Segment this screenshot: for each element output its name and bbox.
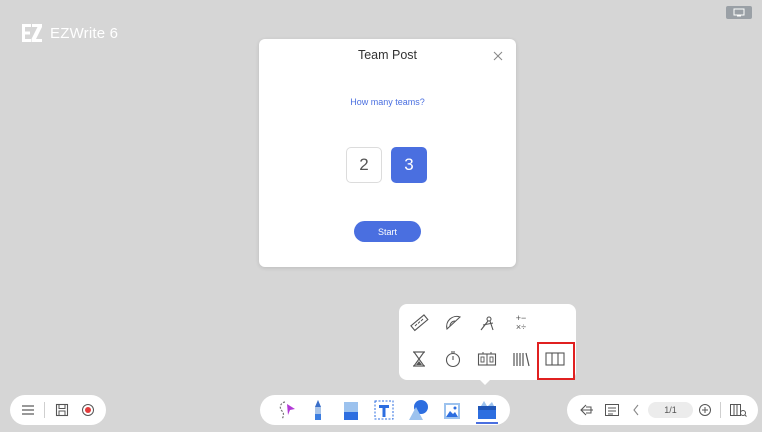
team-post-dialog: Team Post How many teams? 2 3 Start: [259, 39, 516, 267]
exit-icon[interactable]: [579, 402, 595, 418]
protractor-icon[interactable]: [442, 312, 464, 334]
app-name: EZWrite 6: [50, 24, 119, 42]
divider: [720, 402, 721, 418]
toolbox-icon[interactable]: [475, 398, 499, 422]
text-icon[interactable]: [372, 398, 396, 422]
library-icon[interactable]: [729, 402, 747, 418]
page-list-icon[interactable]: [604, 402, 620, 418]
active-tool-indicator: [476, 422, 498, 424]
start-button[interactable]: Start: [354, 221, 421, 242]
hourglass-icon[interactable]: [408, 348, 430, 370]
prev-page-icon[interactable]: [630, 402, 642, 418]
divider: [44, 402, 45, 418]
save-icon[interactable]: [54, 402, 70, 418]
menu-icon[interactable]: [20, 402, 36, 418]
compass-icon[interactable]: [476, 312, 498, 334]
add-page-icon[interactable]: [697, 402, 713, 418]
bottom-right-toolbar: 1/1: [567, 395, 758, 425]
bottom-center-toolbar: [260, 395, 510, 425]
team-count-question: How many teams?: [350, 97, 425, 107]
ez-logo-icon: [22, 24, 42, 42]
app-logo: EZWrite 6: [20, 22, 118, 44]
shapes-icon[interactable]: [405, 398, 431, 422]
lasso-select-icon[interactable]: [276, 398, 300, 422]
calculator-icon[interactable]: +− ×÷: [510, 312, 532, 334]
stopwatch-icon[interactable]: [442, 348, 464, 370]
eraser-icon[interactable]: [339, 398, 363, 422]
team-post-highlight: [537, 342, 575, 380]
tools-popup-caret: [479, 379, 491, 385]
pen-icon[interactable]: [306, 398, 330, 422]
book-shelf-icon[interactable]: [510, 348, 532, 370]
page-indicator: 1/1: [648, 402, 693, 418]
monitor-icon: [733, 8, 745, 17]
dialog-title: Team Post: [357, 48, 418, 62]
scoreboard-icon[interactable]: [476, 348, 498, 370]
record-icon[interactable]: [80, 402, 96, 418]
image-icon[interactable]: [440, 398, 464, 422]
display-toggle-button[interactable]: [726, 6, 752, 19]
calculator-glyph-bottom: ×÷: [515, 322, 527, 332]
close-icon[interactable]: [492, 50, 504, 62]
bottom-left-toolbar: [10, 395, 106, 425]
team-option-2[interactable]: 2: [346, 147, 382, 183]
team-option-3[interactable]: 3: [391, 147, 427, 183]
ruler-icon[interactable]: [408, 312, 430, 334]
